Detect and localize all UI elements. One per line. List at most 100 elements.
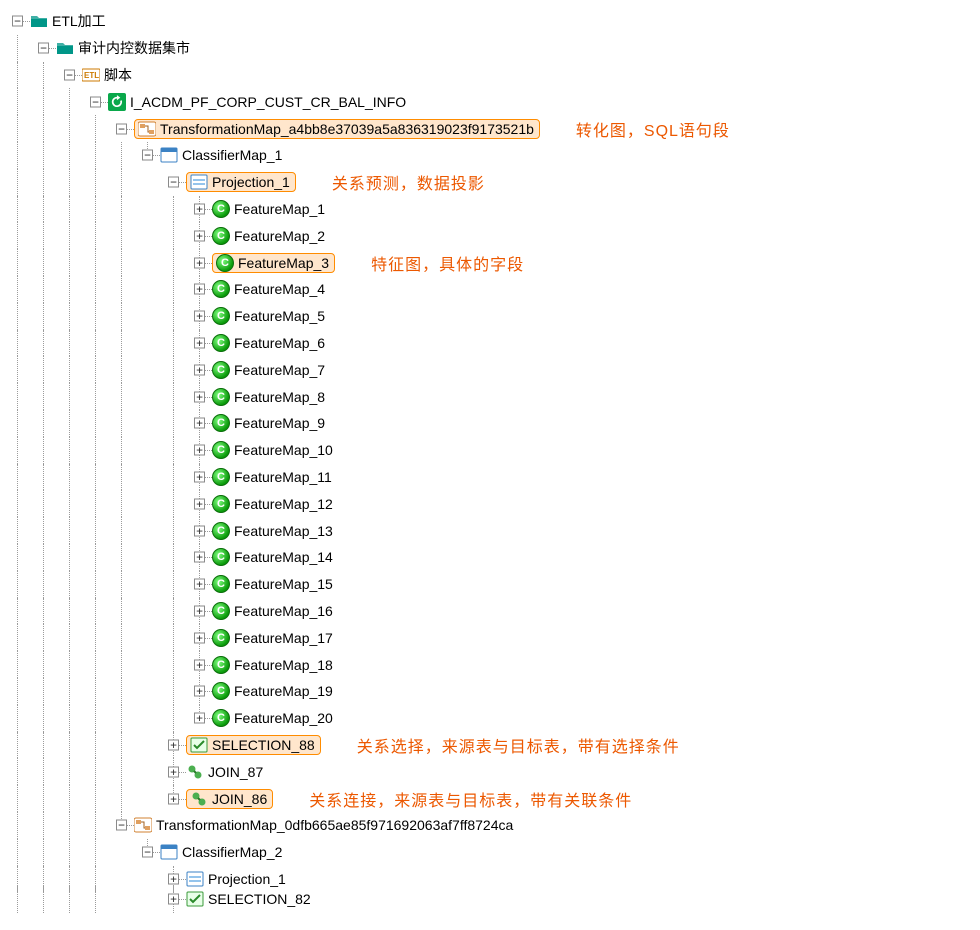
tree-row[interactable]: + SELECTION_82 [4,892,980,906]
node-feature[interactable]: FeatureMap_2 [232,228,327,244]
tree-row[interactable]: +CFeatureMap_1 [4,196,980,223]
tree-row[interactable]: +CFeatureMap_5 [4,303,980,330]
toggle-icon[interactable]: + [194,445,205,456]
tree-row[interactable]: +CFeatureMap_15 [4,571,980,598]
node-feature[interactable]: FeatureMap_15 [232,576,335,592]
node-selection[interactable]: SELECTION_88 [210,737,317,753]
tree-row[interactable]: +CFeatureMap_10 [4,437,980,464]
toggle-icon[interactable]: + [194,311,205,322]
node-join[interactable]: JOIN_87 [206,764,265,780]
tree-row[interactable]: − ClassifierMap_1 [4,142,980,169]
tree-row[interactable]: − I_ACDM_PF_CORP_CUST_CR_BAL_INFO [4,88,980,115]
toggle-icon[interactable]: − [64,69,75,80]
toggle-icon[interactable]: − [116,123,127,134]
node-script[interactable]: 脚本 [102,65,134,85]
node-projection[interactable]: Projection_1 [206,871,288,887]
node-feature[interactable]: FeatureMap_17 [232,630,335,646]
toggle-icon[interactable]: + [194,659,205,670]
toggle-icon[interactable]: + [194,257,205,268]
tree-row[interactable]: +CFeatureMap_16 [4,598,980,625]
tree-row[interactable]: +CFeatureMap_17 [4,624,980,651]
toggle-icon[interactable]: − [142,847,153,858]
tree-row[interactable]: −Projection_1关系预测，数据投影 [4,169,980,196]
node-feature[interactable]: FeatureMap_20 [232,710,335,726]
tree-row[interactable]: − TransformationMap_a4bb8e37039a5a8363190… [4,115,980,142]
node-feature[interactable]: FeatureMap_8 [232,389,327,405]
toggle-icon[interactable]: − [116,820,127,831]
node-cmap[interactable]: ClassifierMap_1 [180,147,284,163]
toggle-icon[interactable]: + [168,739,179,750]
tree-row[interactable]: − ETL加工 [4,8,980,35]
tree-row[interactable]: +CFeatureMap_2 [4,222,980,249]
tree-row[interactable]: +JOIN_86关系连接，来源表与目标表，带有关联条件 [4,785,980,812]
tree-row[interactable]: +CFeatureMap_13 [4,517,980,544]
toggle-icon[interactable]: + [194,230,205,241]
toggle-icon[interactable]: + [194,391,205,402]
tree-row[interactable]: − TransformationMap_0dfb665ae85f971692063… [4,812,980,839]
toggle-icon[interactable]: + [194,498,205,509]
tree-row[interactable]: +CFeatureMap_14 [4,544,980,571]
tree-row[interactable]: +CFeatureMap_7 [4,356,980,383]
node-projection[interactable]: Projection_1 [210,174,292,190]
node-feature[interactable]: FeatureMap_10 [232,442,335,458]
toggle-icon[interactable]: − [12,16,23,27]
node-feature[interactable]: FeatureMap_3 [236,255,331,271]
node-feature[interactable]: FeatureMap_18 [232,657,335,673]
node-selection[interactable]: SELECTION_82 [206,891,313,907]
tree-row[interactable]: +CFeatureMap_6 [4,330,980,357]
toggle-icon[interactable]: + [194,713,205,724]
toggle-icon[interactable]: − [90,96,101,107]
toggle-icon[interactable]: + [194,632,205,643]
toggle-icon[interactable]: + [194,605,205,616]
tree-row[interactable]: − ClassifierMap_2 [4,839,980,866]
tree-row[interactable]: +CFeatureMap_8 [4,383,980,410]
toggle-icon[interactable]: + [168,766,179,777]
node-tmap[interactable]: TransformationMap_0dfb665ae85f971692063a… [154,817,515,833]
tree-row[interactable]: +SELECTION_88关系选择，来源表与目标表，带有选择条件 [4,732,980,759]
node-feature[interactable]: FeatureMap_12 [232,496,335,512]
node-join[interactable]: JOIN_86 [210,791,269,807]
tree-row[interactable]: +CFeatureMap_19 [4,678,980,705]
toggle-icon[interactable]: + [194,525,205,536]
toggle-icon[interactable]: + [168,894,179,905]
toggle-icon[interactable]: + [194,364,205,375]
node-feature[interactable]: FeatureMap_4 [232,281,327,297]
toggle-icon[interactable]: − [168,177,179,188]
node-feature[interactable]: FeatureMap_1 [232,201,327,217]
toggle-icon[interactable]: − [142,150,153,161]
node-tmap[interactable]: TransformationMap_a4bb8e37039a5a83631902… [158,121,536,137]
toggle-icon[interactable]: + [194,552,205,563]
node-feature[interactable]: FeatureMap_6 [232,335,327,351]
tree-row[interactable]: +CFeatureMap_20 [4,705,980,732]
tree-row[interactable]: +CFeatureMap_18 [4,651,980,678]
node-cmap[interactable]: ClassifierMap_2 [180,844,284,860]
tree-row[interactable]: +CFeatureMap_4 [4,276,980,303]
toggle-icon[interactable]: − [38,43,49,54]
node-etl[interactable]: ETL加工 [50,11,108,31]
node-audit[interactable]: 审计内控数据集市 [76,38,192,58]
node-job[interactable]: I_ACDM_PF_CORP_CUST_CR_BAL_INFO [128,94,408,110]
toggle-icon[interactable]: + [168,873,179,884]
toggle-icon[interactable]: + [194,284,205,295]
tree-row[interactable]: − 脚本 [4,62,980,89]
node-feature[interactable]: FeatureMap_19 [232,683,335,699]
toggle-icon[interactable]: + [194,579,205,590]
node-feature[interactable]: FeatureMap_7 [232,362,327,378]
node-feature[interactable]: FeatureMap_14 [232,549,335,565]
tree-row[interactable]: +CFeatureMap_3特征图，具体的字段 [4,249,980,276]
tree-row[interactable]: + JOIN_87 [4,758,980,785]
tree-row[interactable]: +CFeatureMap_9 [4,410,980,437]
node-feature[interactable]: FeatureMap_11 [232,469,334,485]
tree-row[interactable]: − 审计内控数据集市 [4,35,980,62]
node-feature[interactable]: FeatureMap_13 [232,523,335,539]
toggle-icon[interactable]: + [194,471,205,482]
tree-row[interactable]: +CFeatureMap_12 [4,490,980,517]
toggle-icon[interactable]: + [168,793,179,804]
node-feature[interactable]: FeatureMap_9 [232,415,327,431]
toggle-icon[interactable]: + [194,203,205,214]
toggle-icon[interactable]: + [194,686,205,697]
toggle-icon[interactable]: + [194,337,205,348]
node-feature[interactable]: FeatureMap_5 [232,308,327,324]
tree-row[interactable]: +CFeatureMap_11 [4,464,980,491]
node-feature[interactable]: FeatureMap_16 [232,603,335,619]
